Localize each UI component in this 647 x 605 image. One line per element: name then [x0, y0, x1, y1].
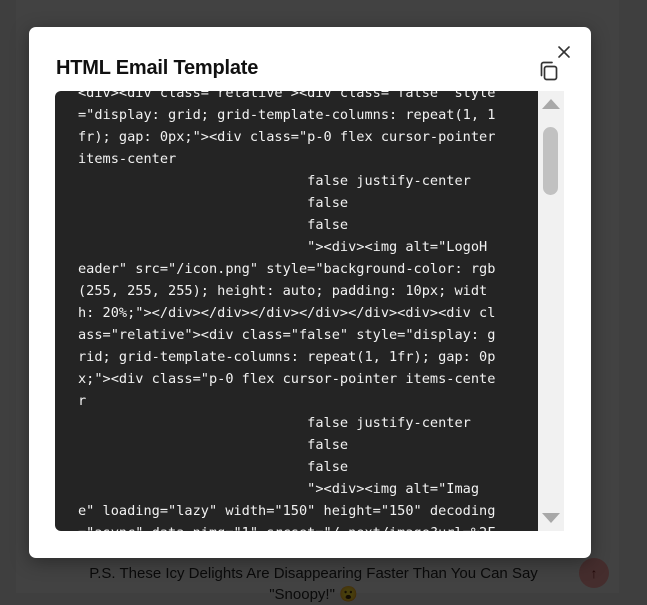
code-line: false — [78, 437, 349, 453]
scroll-up-arrow-icon[interactable] — [542, 99, 560, 109]
code-line: fr); gap: 0px;"><div class="p-0 flex cur… — [78, 129, 496, 145]
copy-icon — [540, 61, 558, 81]
code-scrollbar[interactable] — [538, 91, 564, 531]
modal-title: HTML Email Template — [56, 57, 259, 79]
html-template-modal: HTML Email Template <div><div class="rel… — [29, 27, 591, 558]
code-line: ="display: grid; grid-template-columns: … — [78, 107, 496, 123]
scroll-top-button[interactable]: ↑ — [579, 558, 609, 588]
html-code-text[interactable]: <div><div class="relative"><div class="f… — [78, 91, 514, 531]
close-icon — [558, 46, 570, 58]
code-line: x;"><div class="p-0 flex cursor-pointer … — [78, 371, 496, 387]
code-line: false — [78, 195, 349, 211]
scrollbar-thumb[interactable] — [543, 127, 558, 195]
code-line: e" loading="lazy" width="150" height="15… — [78, 503, 496, 519]
code-line: items-center — [78, 151, 177, 167]
code-line: false — [78, 459, 349, 475]
code-line: <div><div class="relative"><div class="f… — [78, 91, 496, 101]
code-line: h: 20%;"></div></div></div></div></div><… — [78, 305, 496, 321]
background-ps-text: P.S. These Icy Delights Are Disappearing… — [89, 565, 538, 603]
copy-button[interactable] — [537, 59, 561, 83]
scroll-down-arrow-icon[interactable] — [542, 513, 560, 523]
code-line: "><div><img alt="Imag — [78, 481, 480, 497]
code-line: false justify-center — [78, 415, 471, 431]
arrow-up-icon: ↑ — [590, 565, 598, 581]
code-line: false — [78, 217, 349, 233]
code-line: ass="relative"><div class="false" style=… — [78, 327, 496, 343]
code-line: ="async" data-nimg="1" srcset="/_next/im… — [78, 525, 495, 531]
code-line: eader" src="/icon.png" style="background… — [78, 261, 496, 277]
code-block[interactable]: <div><div class="relative"><div class="f… — [55, 91, 563, 531]
code-line: rid; grid-template-columns: repeat(1, 1f… — [78, 349, 496, 365]
code-line: (255, 255, 255); height: auto; padding: … — [78, 283, 488, 299]
code-line: false justify-center — [78, 173, 471, 189]
code-line: "><div><img alt="LogoH — [78, 239, 488, 255]
close-button[interactable] — [557, 45, 571, 59]
code-line: r — [78, 393, 87, 409]
